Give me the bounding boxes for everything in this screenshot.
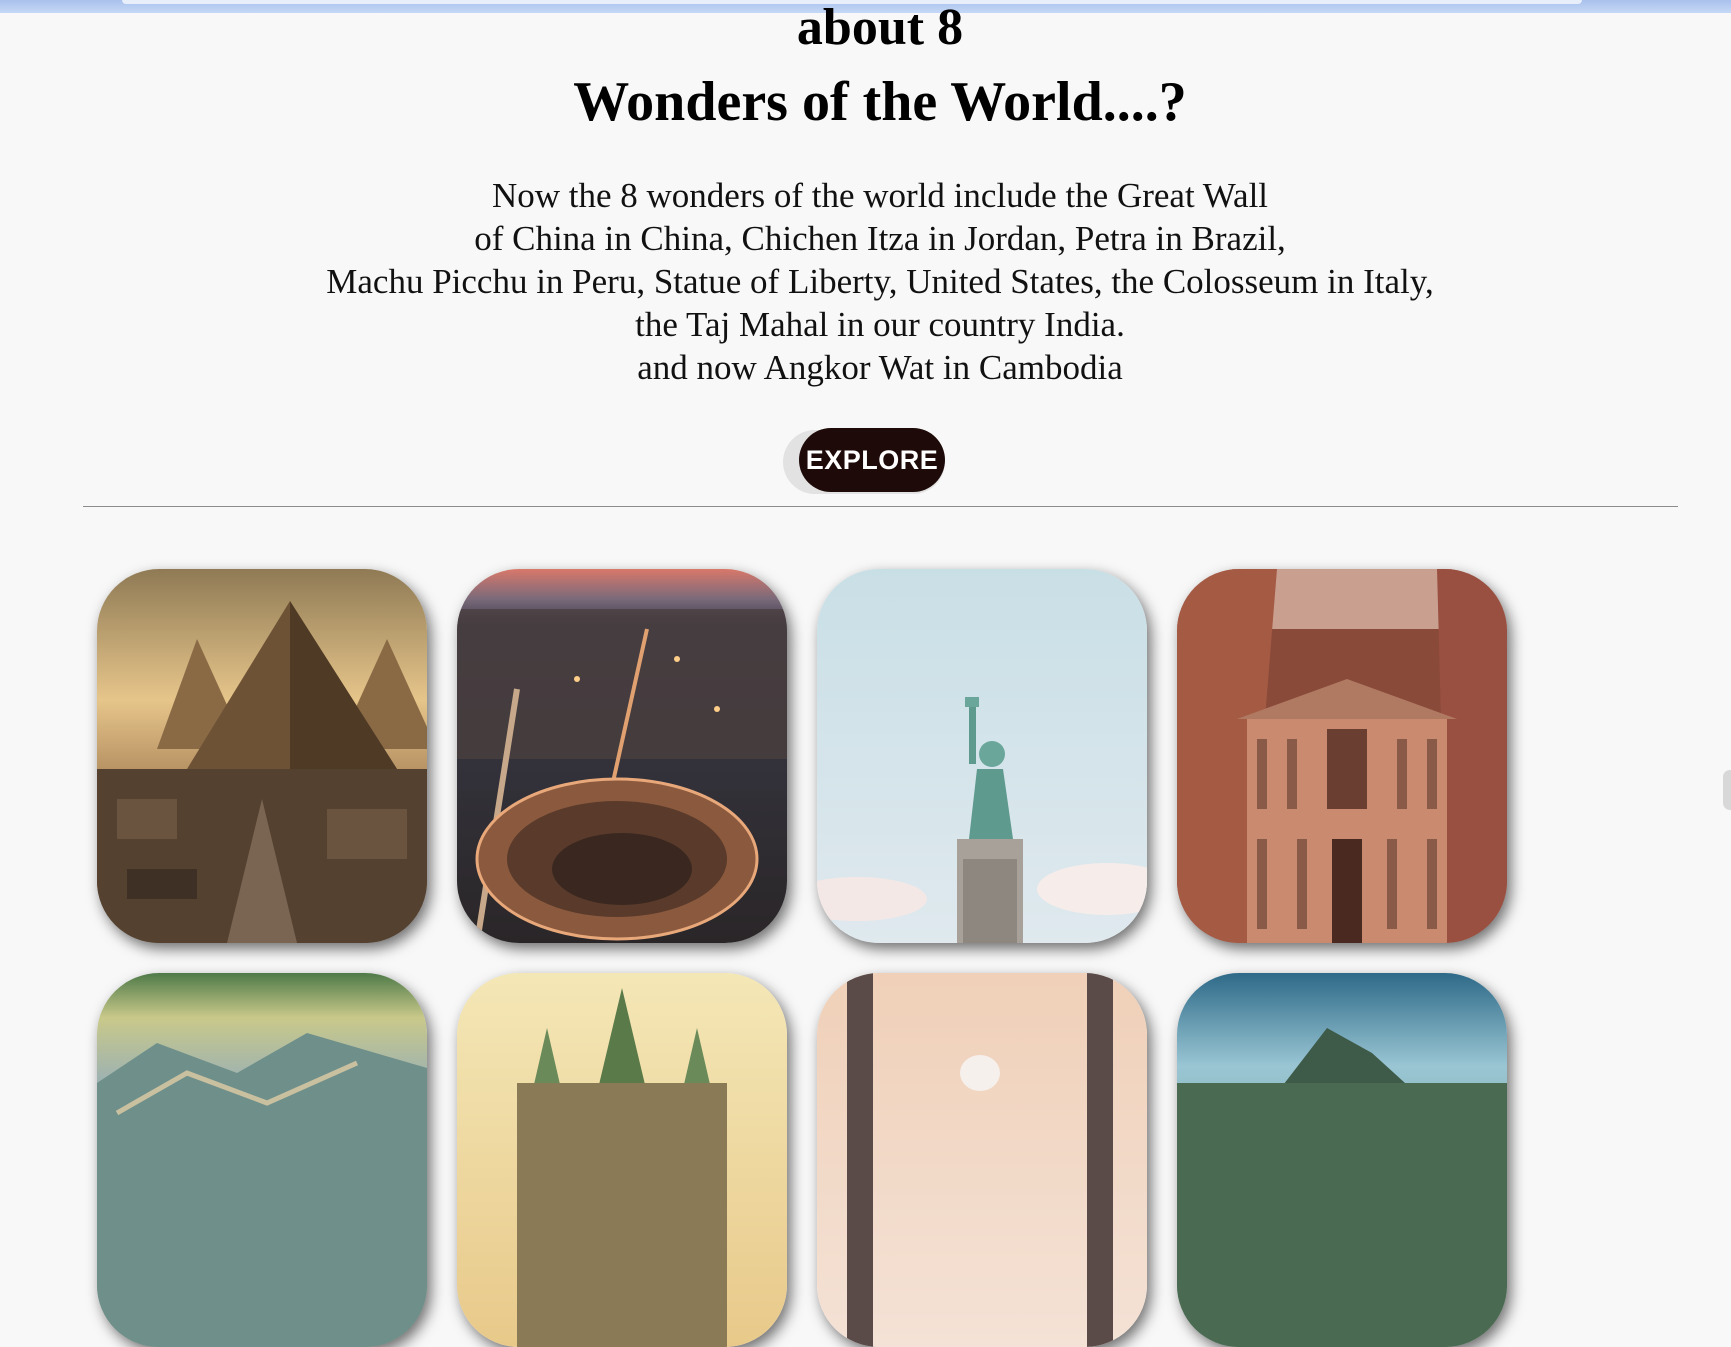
scroll-edge-indicator — [1723, 770, 1731, 810]
description-line: of China in China, Chichen Itza in Jorda… — [474, 219, 1286, 258]
gallery-image-machu-picchu[interactable] — [1177, 973, 1507, 1347]
gallery-image-taj-mahal[interactable] — [817, 973, 1147, 1347]
gallery-image-petra[interactable] — [1177, 569, 1507, 943]
gallery-image-colosseum[interactable] — [457, 569, 787, 943]
explore-button-wrapper: EXPLORE — [783, 428, 963, 496]
description-line: Now the 8 wonders of the world include t… — [491, 176, 1269, 215]
gallery-image-great-wall[interactable] — [97, 973, 427, 1347]
section-divider — [83, 506, 1678, 507]
gallery-image-statue-of-liberty[interactable] — [817, 569, 1147, 943]
description-line: and now Angkor Wat in Cambodia — [637, 348, 1123, 387]
description-line: Machu Picchu in Peru, Statue of Liberty,… — [326, 262, 1434, 301]
page-title-line-1: about 8 — [796, 0, 964, 56]
page-title-line-2: Wonders of the World....? — [573, 71, 1187, 133]
gallery-image-pyramids[interactable] — [97, 569, 427, 943]
explore-button[interactable]: EXPLORE — [799, 428, 945, 492]
description-line: the Taj Mahal in our country India. — [635, 305, 1125, 344]
gallery-image-angkor-wat[interactable] — [457, 973, 787, 1347]
description-paragraph: Now the 8 wonders of the world include t… — [0, 174, 1731, 389]
